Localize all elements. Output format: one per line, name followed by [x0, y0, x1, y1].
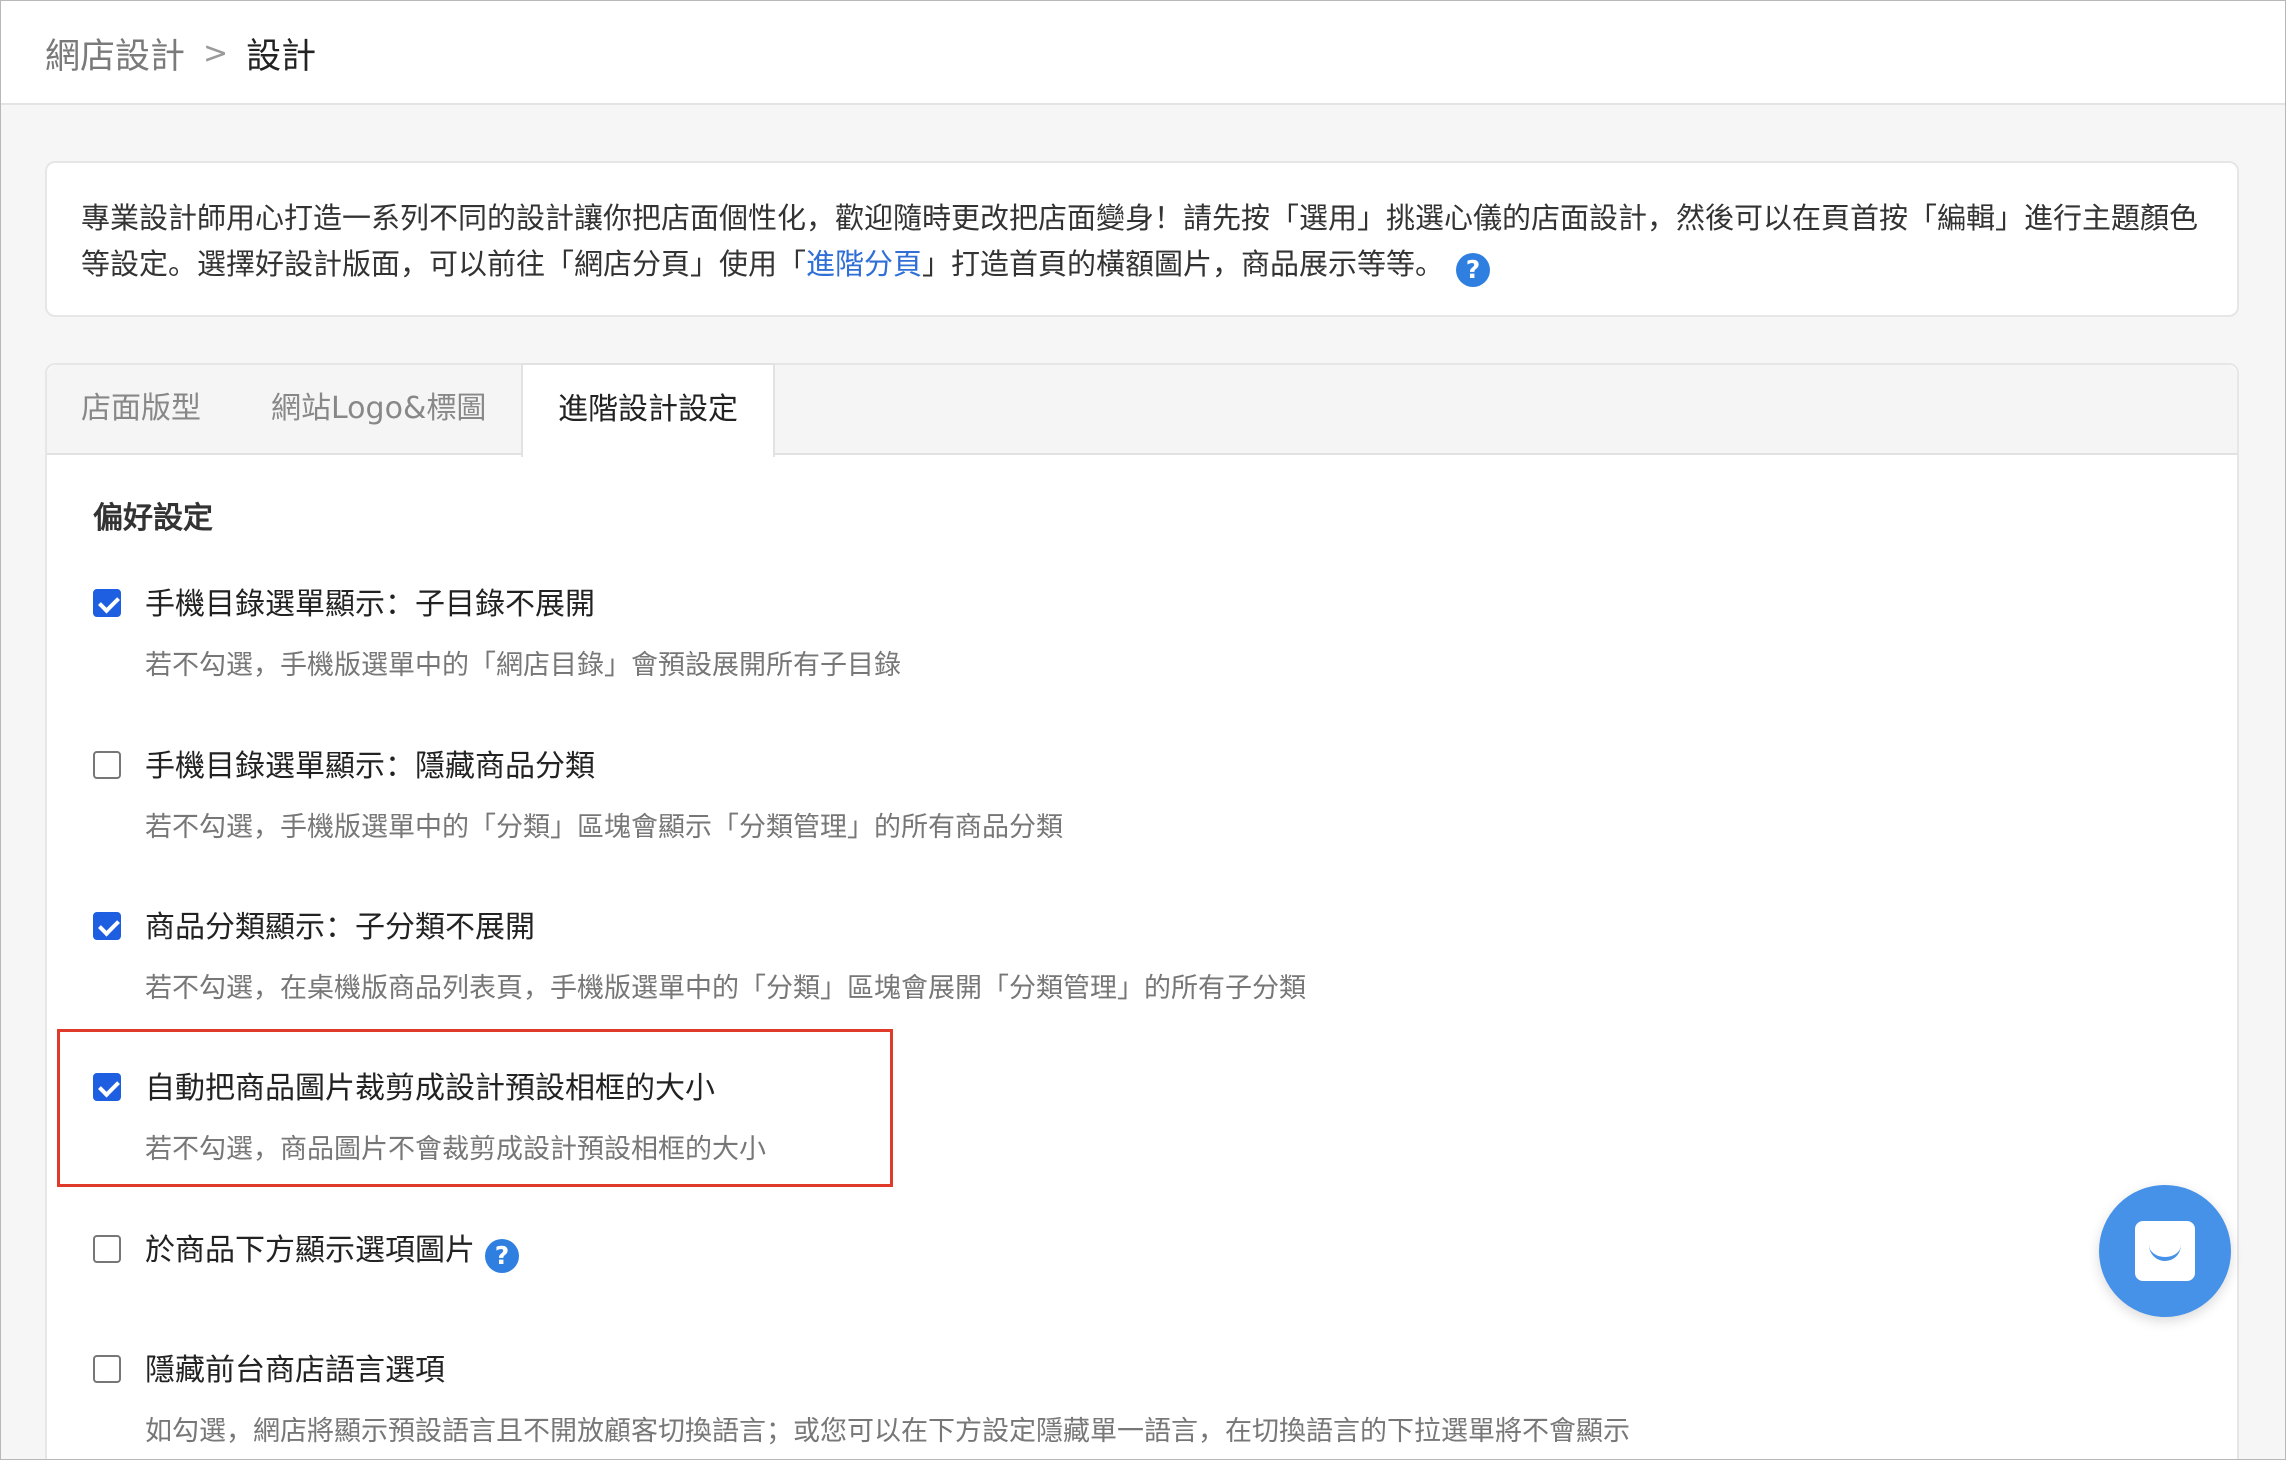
section-title: 偏好設定: [93, 501, 213, 536]
tab-advanced-design[interactable]: 進階設計設定: [521, 363, 775, 457]
tab-storefront-layout[interactable]: 店面版型: [81, 365, 201, 453]
option-label: 手機目錄選單顯示：子目錄不展開: [145, 587, 595, 622]
chat-launcher-button[interactable]: [2099, 1185, 2231, 1317]
option-label: 隱藏前台商店語言選項: [145, 1353, 445, 1388]
page-header: 網店設計 > 設計: [1, 1, 2285, 105]
checkbox[interactable]: [93, 1355, 121, 1383]
advanced-page-link[interactable]: 進階分頁: [806, 247, 922, 281]
help-icon[interactable]: ?: [485, 1239, 519, 1273]
option-description: 如勾選，網店將顯示預設語言且不開放顧客切換語言；或您可以在下方設定隱藏單一語言，…: [145, 1416, 1630, 1447]
option-label: 手機目錄選單顯示：隱藏商品分類: [145, 749, 595, 784]
breadcrumb-parent-link[interactable]: 網店設計: [45, 28, 185, 79]
design-settings-panel: 店面版型 網站Logo&標圖 進階設計設定 偏好設定 手機目錄選單顯示：子目錄不…: [45, 363, 2239, 1459]
app-frame: 網店設計 > 設計 專業設計師用心打造一系列不同的設計讓你把店面個性化，歡迎隨時…: [0, 0, 2286, 1460]
checkbox[interactable]: [93, 1073, 121, 1101]
option-label: 商品分類顯示：子分類不展開: [145, 910, 535, 945]
checkbox[interactable]: [93, 751, 121, 779]
help-icon[interactable]: ?: [1456, 253, 1491, 287]
chevron-right-icon: >: [203, 35, 229, 71]
option-label: 於商品下方顯示選項圖片?: [145, 1225, 519, 1273]
tab-bar: 店面版型 網站Logo&標圖 進階設計設定: [47, 363, 2237, 457]
option-description: 若不勾選，商品圖片不會裁剪成設計預設相框的大小: [145, 1134, 766, 1165]
checkbox[interactable]: [93, 912, 121, 940]
intro-text: 專業設計師用心打造一系列不同的設計讓你把店面個性化，歡迎隨時更改把店面變身！請先…: [81, 195, 2211, 287]
chat-icon: [2135, 1221, 2195, 1281]
checkbox[interactable]: [93, 589, 121, 617]
breadcrumb-current: 設計: [246, 36, 317, 77]
option-label-text: 於商品下方顯示選項圖片: [145, 1233, 475, 1268]
tab-logo-banner[interactable]: 網站Logo&標圖: [271, 365, 486, 453]
option-description: 若不勾選，在桌機版商品列表頁，手機版選單中的「分類」區塊會展開「分類管理」的所有…: [145, 973, 1306, 1004]
checkbox[interactable]: [93, 1235, 121, 1263]
option-description: 若不勾選，手機版選單中的「網店目錄」會預設展開所有子目錄: [145, 650, 901, 681]
breadcrumb: 網店設計 > 設計: [45, 25, 316, 81]
intro-text-after: 」打造首頁的橫額圖片，商品展示等等。: [922, 247, 1445, 281]
intro-card: 專業設計師用心打造一系列不同的設計讓你把店面個性化，歡迎隨時更改把店面變身！請先…: [45, 161, 2239, 317]
option-label: 自動把商品圖片裁剪成設計預設相框的大小: [145, 1071, 715, 1106]
option-description: 若不勾選，手機版選單中的「分類」區塊會顯示「分類管理」的所有商品分類: [145, 812, 1063, 843]
